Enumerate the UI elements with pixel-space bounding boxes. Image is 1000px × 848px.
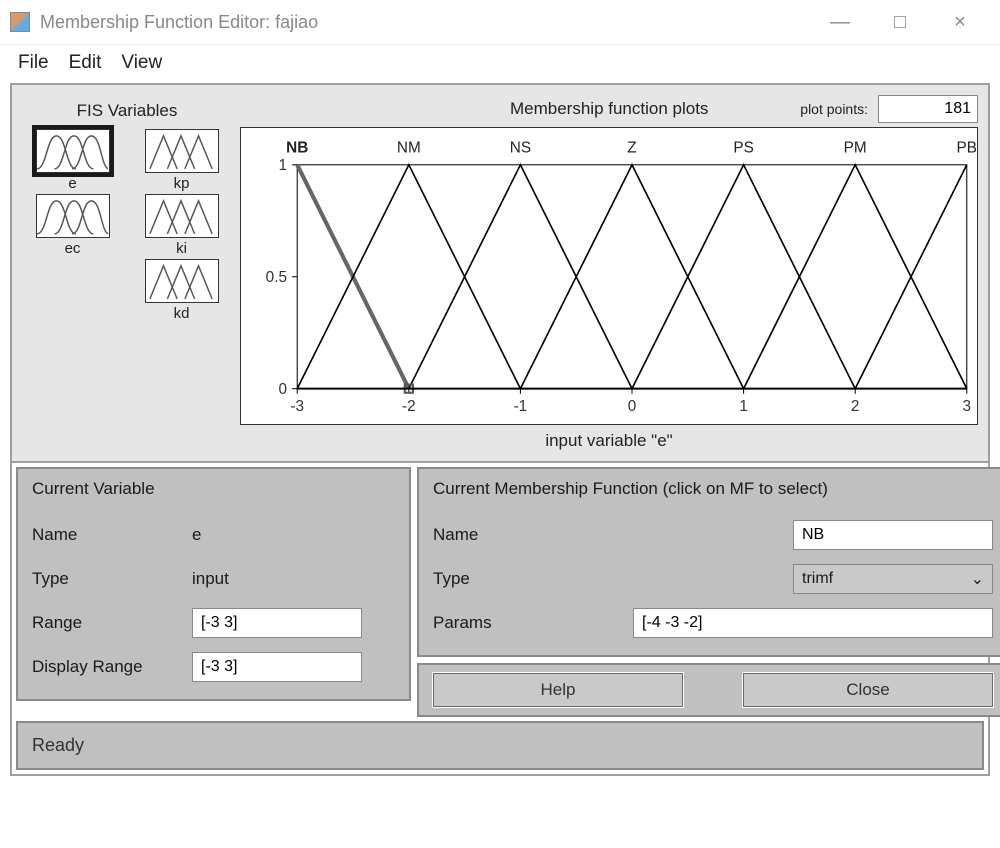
svg-text:2: 2	[851, 398, 860, 415]
cv-name-value: e	[192, 525, 201, 545]
close-button[interactable]: Close	[743, 673, 993, 707]
app-icon	[10, 12, 30, 32]
fis-var-label-kp: kp	[145, 175, 219, 192]
status-text: Ready	[32, 735, 84, 755]
svg-text:PS: PS	[733, 140, 753, 157]
cv-display-range-input[interactable]	[192, 652, 362, 682]
svg-text:-2: -2	[402, 398, 416, 415]
close-icon[interactable]: ×	[950, 11, 970, 34]
plot-points-input[interactable]	[878, 95, 978, 123]
svg-text:0: 0	[628, 398, 637, 415]
menu-view[interactable]: View	[121, 52, 162, 74]
plot-xlabel: input variable "e"	[240, 431, 978, 451]
cv-range-input[interactable]	[192, 608, 362, 638]
client-area: FIS Variables e kp ec ki kd Membership funct…	[10, 83, 990, 776]
menu-bar: File Edit View	[0, 45, 1000, 81]
fis-variables-title: FIS Variables	[22, 101, 232, 121]
svg-text:Z: Z	[627, 140, 636, 157]
svg-text:0.5: 0.5	[266, 269, 287, 286]
help-button[interactable]: Help	[433, 673, 683, 707]
fis-var-label-ki: ki	[145, 240, 219, 257]
mf-params-input[interactable]	[633, 608, 993, 638]
status-bar: Ready	[16, 721, 984, 770]
current-variable-panel: Current Variable Name e Type input Range…	[16, 467, 411, 701]
minimize-icon[interactable]: —	[830, 11, 850, 34]
fis-var-label-ec: ec	[36, 240, 110, 257]
plot-points-label: plot points:	[800, 101, 868, 117]
current-mf-panel: Current Membership Function (click on MF…	[417, 467, 1000, 657]
current-mf-header: Current Membership Function (click on MF…	[433, 479, 993, 499]
menu-file[interactable]: File	[18, 52, 49, 74]
svg-text:1: 1	[739, 398, 748, 415]
fis-var-kp[interactable]	[145, 129, 219, 173]
cv-range-label: Range	[32, 613, 192, 633]
svg-text:-3: -3	[290, 398, 304, 415]
mf-type-label: Type	[433, 569, 633, 589]
fis-var-ki[interactable]	[145, 194, 219, 238]
mf-name-label: Name	[433, 525, 633, 545]
svg-text:-1: -1	[514, 398, 528, 415]
fis-var-kd[interactable]	[145, 259, 219, 303]
plot-title: Membership function plots	[510, 99, 708, 119]
plot-panel: Membership function plots plot points: -…	[232, 95, 978, 451]
fis-var-label-kd: kd	[145, 305, 219, 322]
fis-variables-panel: FIS Variables e kp ec ki kd	[22, 95, 232, 451]
mf-params-label: Params	[433, 613, 633, 633]
mf-type-value: trimf	[802, 570, 833, 588]
svg-text:3: 3	[963, 398, 972, 415]
fis-var-ec[interactable]	[36, 194, 110, 238]
help-button-label: Help	[541, 680, 576, 700]
lower-panel: Current Variable Name e Type input Range…	[12, 463, 988, 721]
plot-area[interactable]: -3-2-1012300.51NBNMNSZPSPMPB	[240, 127, 978, 425]
svg-text:NB: NB	[286, 140, 308, 157]
window-title: Membership Function Editor: fajiao	[40, 12, 830, 33]
cv-type-label: Type	[32, 569, 192, 589]
cv-display-range-label: Display Range	[32, 657, 192, 677]
fis-var-label-e: e	[36, 175, 110, 192]
current-variable-header: Current Variable	[32, 479, 395, 499]
svg-text:NS: NS	[510, 140, 531, 157]
mf-type-select[interactable]: trimf ⌄	[793, 564, 993, 594]
close-button-label: Close	[846, 680, 889, 700]
button-panel: Help Close	[417, 663, 1000, 717]
svg-text:PM: PM	[844, 140, 867, 157]
upper-panel: FIS Variables e kp ec ki kd Membership funct…	[12, 85, 988, 463]
menu-edit[interactable]: Edit	[69, 52, 102, 74]
svg-text:NM: NM	[397, 140, 421, 157]
maximize-icon[interactable]: □	[890, 11, 910, 34]
title-bar: Membership Function Editor: fajiao — □ ×	[0, 0, 1000, 45]
cv-type-value: input	[192, 569, 229, 589]
chevron-down-icon: ⌄	[971, 569, 984, 589]
svg-text:1: 1	[278, 157, 287, 174]
svg-text:PB: PB	[957, 140, 977, 157]
mf-name-input[interactable]	[793, 520, 993, 550]
fis-var-e[interactable]	[36, 129, 110, 173]
svg-text:0: 0	[278, 381, 287, 398]
cv-name-label: Name	[32, 525, 192, 545]
